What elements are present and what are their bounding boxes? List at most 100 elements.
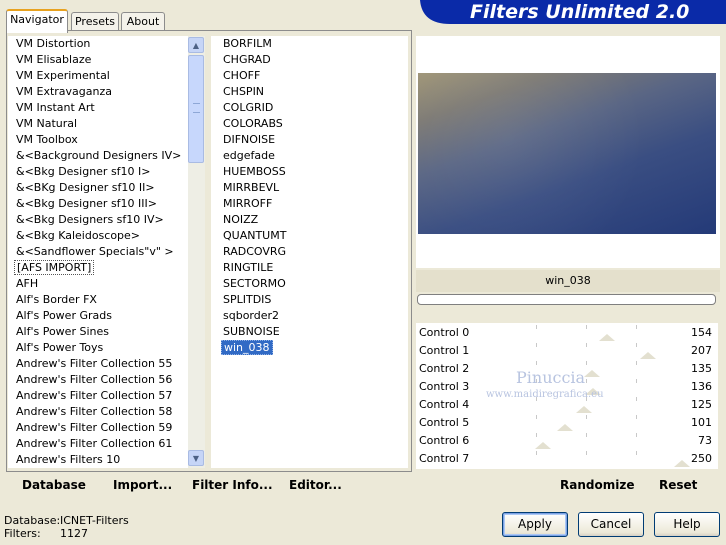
slider-thumb-icon[interactable] bbox=[640, 352, 657, 359]
scroll-down-icon[interactable]: ▼ bbox=[188, 450, 204, 466]
category-item[interactable]: &<Bkg Designer sf10 I> bbox=[8, 164, 188, 180]
control-value: 73 bbox=[698, 434, 712, 447]
editor-button[interactable]: Editor... bbox=[289, 478, 342, 492]
slider-tick bbox=[536, 433, 537, 437]
filters-count-label: Filters: bbox=[4, 527, 41, 540]
control-slider-row[interactable]: Control 6 73 bbox=[416, 431, 718, 449]
category-list[interactable]: VM Distortion VM Elisablaze VM Experimenta… bbox=[8, 36, 188, 468]
category-item[interactable]: Alf's Power Grads bbox=[8, 308, 188, 324]
filter-list[interactable]: BORFILM CHGRAD CHOFF CHSPIN COLGRID COLORABS D… bbox=[211, 36, 408, 468]
category-item[interactable]: Andrew's Filter Collection 58 bbox=[8, 404, 188, 420]
control-value: 125 bbox=[691, 398, 712, 411]
database-status-value: ICNET-Filters bbox=[60, 514, 129, 527]
slider-tick bbox=[636, 325, 637, 329]
randomize-button[interactable]: Randomize bbox=[560, 478, 634, 492]
filter-item[interactable]: COLORABS bbox=[211, 116, 408, 132]
category-item[interactable]: Andrew's Filter Collection 55 bbox=[8, 356, 188, 372]
category-item[interactable]: Andrew's Filter Collection 59 bbox=[8, 420, 188, 436]
tab-presets[interactable]: Presets bbox=[71, 12, 119, 31]
filter-item[interactable]: RADCOVRG bbox=[211, 244, 408, 260]
category-item[interactable]: VM Natural bbox=[8, 116, 188, 132]
category-item[interactable]: Alf's Power Toys bbox=[8, 340, 188, 356]
slider-thumb-icon[interactable] bbox=[598, 334, 615, 341]
filter-item[interactable]: CHSPIN bbox=[211, 84, 408, 100]
category-item[interactable]: &<Bkg Kaleidoscope> bbox=[8, 228, 188, 244]
category-item[interactable]: &<Bkg Designer sf10 III> bbox=[8, 196, 188, 212]
filter-item[interactable]: MIRRBEVL bbox=[211, 180, 408, 196]
category-item-label: Andrew's Filter Collection 55 bbox=[16, 357, 173, 370]
category-item[interactable]: Andrew's Filter Collection 56 bbox=[8, 372, 188, 388]
slider-tick bbox=[536, 361, 537, 365]
filter-item[interactable]: win_038 bbox=[211, 340, 408, 356]
category-item[interactable]: [AFS IMPORT] bbox=[8, 260, 188, 276]
slider-thumb-icon[interactable] bbox=[535, 442, 552, 449]
import-button[interactable]: Import... bbox=[113, 478, 172, 492]
filter-item[interactable]: sqborder2 bbox=[211, 308, 408, 324]
help-button[interactable]: Help bbox=[654, 512, 720, 537]
filter-item[interactable]: CHOFF bbox=[211, 68, 408, 84]
filter-item[interactable]: SPLITDIS bbox=[211, 292, 408, 308]
reset-button[interactable]: Reset bbox=[659, 478, 697, 492]
category-item[interactable]: VM Elisablaze bbox=[8, 52, 188, 68]
category-item[interactable]: Andrew's Filters 10 bbox=[8, 452, 188, 468]
tab-about[interactable]: About bbox=[121, 12, 165, 31]
slider-thumb-icon[interactable] bbox=[583, 370, 600, 377]
category-item[interactable]: VM Experimental bbox=[8, 68, 188, 84]
filter-item-label: CHOFF bbox=[223, 69, 261, 82]
control-slider-row[interactable]: Control 1 207 bbox=[416, 341, 718, 359]
scroll-up-icon[interactable]: ▲ bbox=[188, 37, 204, 53]
filter-item-label: win_038 bbox=[221, 340, 273, 355]
slider-thumb-icon[interactable] bbox=[557, 424, 574, 431]
category-item-label: Andrew's Filter Collection 61 bbox=[16, 437, 173, 450]
filter-item[interactable]: edgefade bbox=[211, 148, 408, 164]
filter-item[interactable]: MIRROFF bbox=[211, 196, 408, 212]
category-item[interactable]: &<BKg Designer sf10 II> bbox=[8, 180, 188, 196]
control-value: 250 bbox=[691, 452, 712, 465]
category-item[interactable]: &<Sandflower Specials"v" > bbox=[8, 244, 188, 260]
category-item[interactable]: Andrew's Filter Collection 57 bbox=[8, 388, 188, 404]
control-value: 207 bbox=[691, 344, 712, 357]
control-label: Control 5 bbox=[419, 416, 470, 429]
scroll-thumb[interactable] bbox=[188, 55, 204, 163]
filter-item[interactable]: NOIZZ bbox=[211, 212, 408, 228]
filter-item[interactable]: QUANTUMT bbox=[211, 228, 408, 244]
category-item[interactable]: VM Distortion bbox=[8, 36, 188, 52]
filter-item-label: edgefade bbox=[223, 149, 275, 162]
database-button[interactable]: Database bbox=[22, 478, 86, 492]
category-item[interactable]: &<Background Designers IV> bbox=[8, 148, 188, 164]
category-item[interactable]: VM Instant Art bbox=[8, 100, 188, 116]
slider-thumb-icon[interactable] bbox=[576, 406, 593, 413]
category-item[interactable]: AFH bbox=[8, 276, 188, 292]
category-item[interactable]: Alf's Power Sines bbox=[8, 324, 188, 340]
grip-icon bbox=[193, 103, 200, 113]
filter-item[interactable]: SUBNOISE bbox=[211, 324, 408, 340]
apply-button[interactable]: Apply bbox=[502, 512, 568, 537]
filter-item[interactable]: CHGRAD bbox=[211, 52, 408, 68]
control-label: Control 4 bbox=[419, 398, 470, 411]
filter-item[interactable]: DIFNOISE bbox=[211, 132, 408, 148]
category-item[interactable]: Andrew's Filter Collection 61 bbox=[8, 436, 188, 452]
filter-item[interactable]: COLGRID bbox=[211, 100, 408, 116]
filter-item-label: COLGRID bbox=[223, 101, 274, 114]
control-slider-row[interactable]: Control 0 154 bbox=[416, 323, 718, 341]
control-label: Control 6 bbox=[419, 434, 470, 447]
cancel-button[interactable]: Cancel bbox=[578, 512, 644, 537]
filter-info-button[interactable]: Filter Info... bbox=[192, 478, 273, 492]
filter-item[interactable]: SECTORMO bbox=[211, 276, 408, 292]
control-value: 136 bbox=[691, 380, 712, 393]
slider-tick bbox=[636, 415, 637, 419]
category-item[interactable]: VM Toolbox bbox=[8, 132, 188, 148]
category-item[interactable]: &<Bkg Designers sf10 IV> bbox=[8, 212, 188, 228]
filter-item[interactable]: HUEMBOSS bbox=[211, 164, 408, 180]
control-slider-row[interactable]: Control 7 250 bbox=[416, 449, 718, 467]
control-slider-row[interactable]: Control 5 101 bbox=[416, 413, 718, 431]
category-item-label: Andrew's Filter Collection 59 bbox=[16, 421, 173, 434]
category-item[interactable]: Alf's Border FX bbox=[8, 292, 188, 308]
category-item[interactable]: VM Extravaganza bbox=[8, 84, 188, 100]
category-item-label: VM Toolbox bbox=[16, 133, 78, 146]
filter-item[interactable]: RINGTILE bbox=[211, 260, 408, 276]
slider-thumb-icon[interactable] bbox=[674, 460, 691, 467]
tab-navigator[interactable]: Navigator bbox=[6, 9, 68, 33]
filter-item[interactable]: BORFILM bbox=[211, 36, 408, 52]
category-scrollbar[interactable]: ▲ ▼ bbox=[188, 36, 205, 468]
